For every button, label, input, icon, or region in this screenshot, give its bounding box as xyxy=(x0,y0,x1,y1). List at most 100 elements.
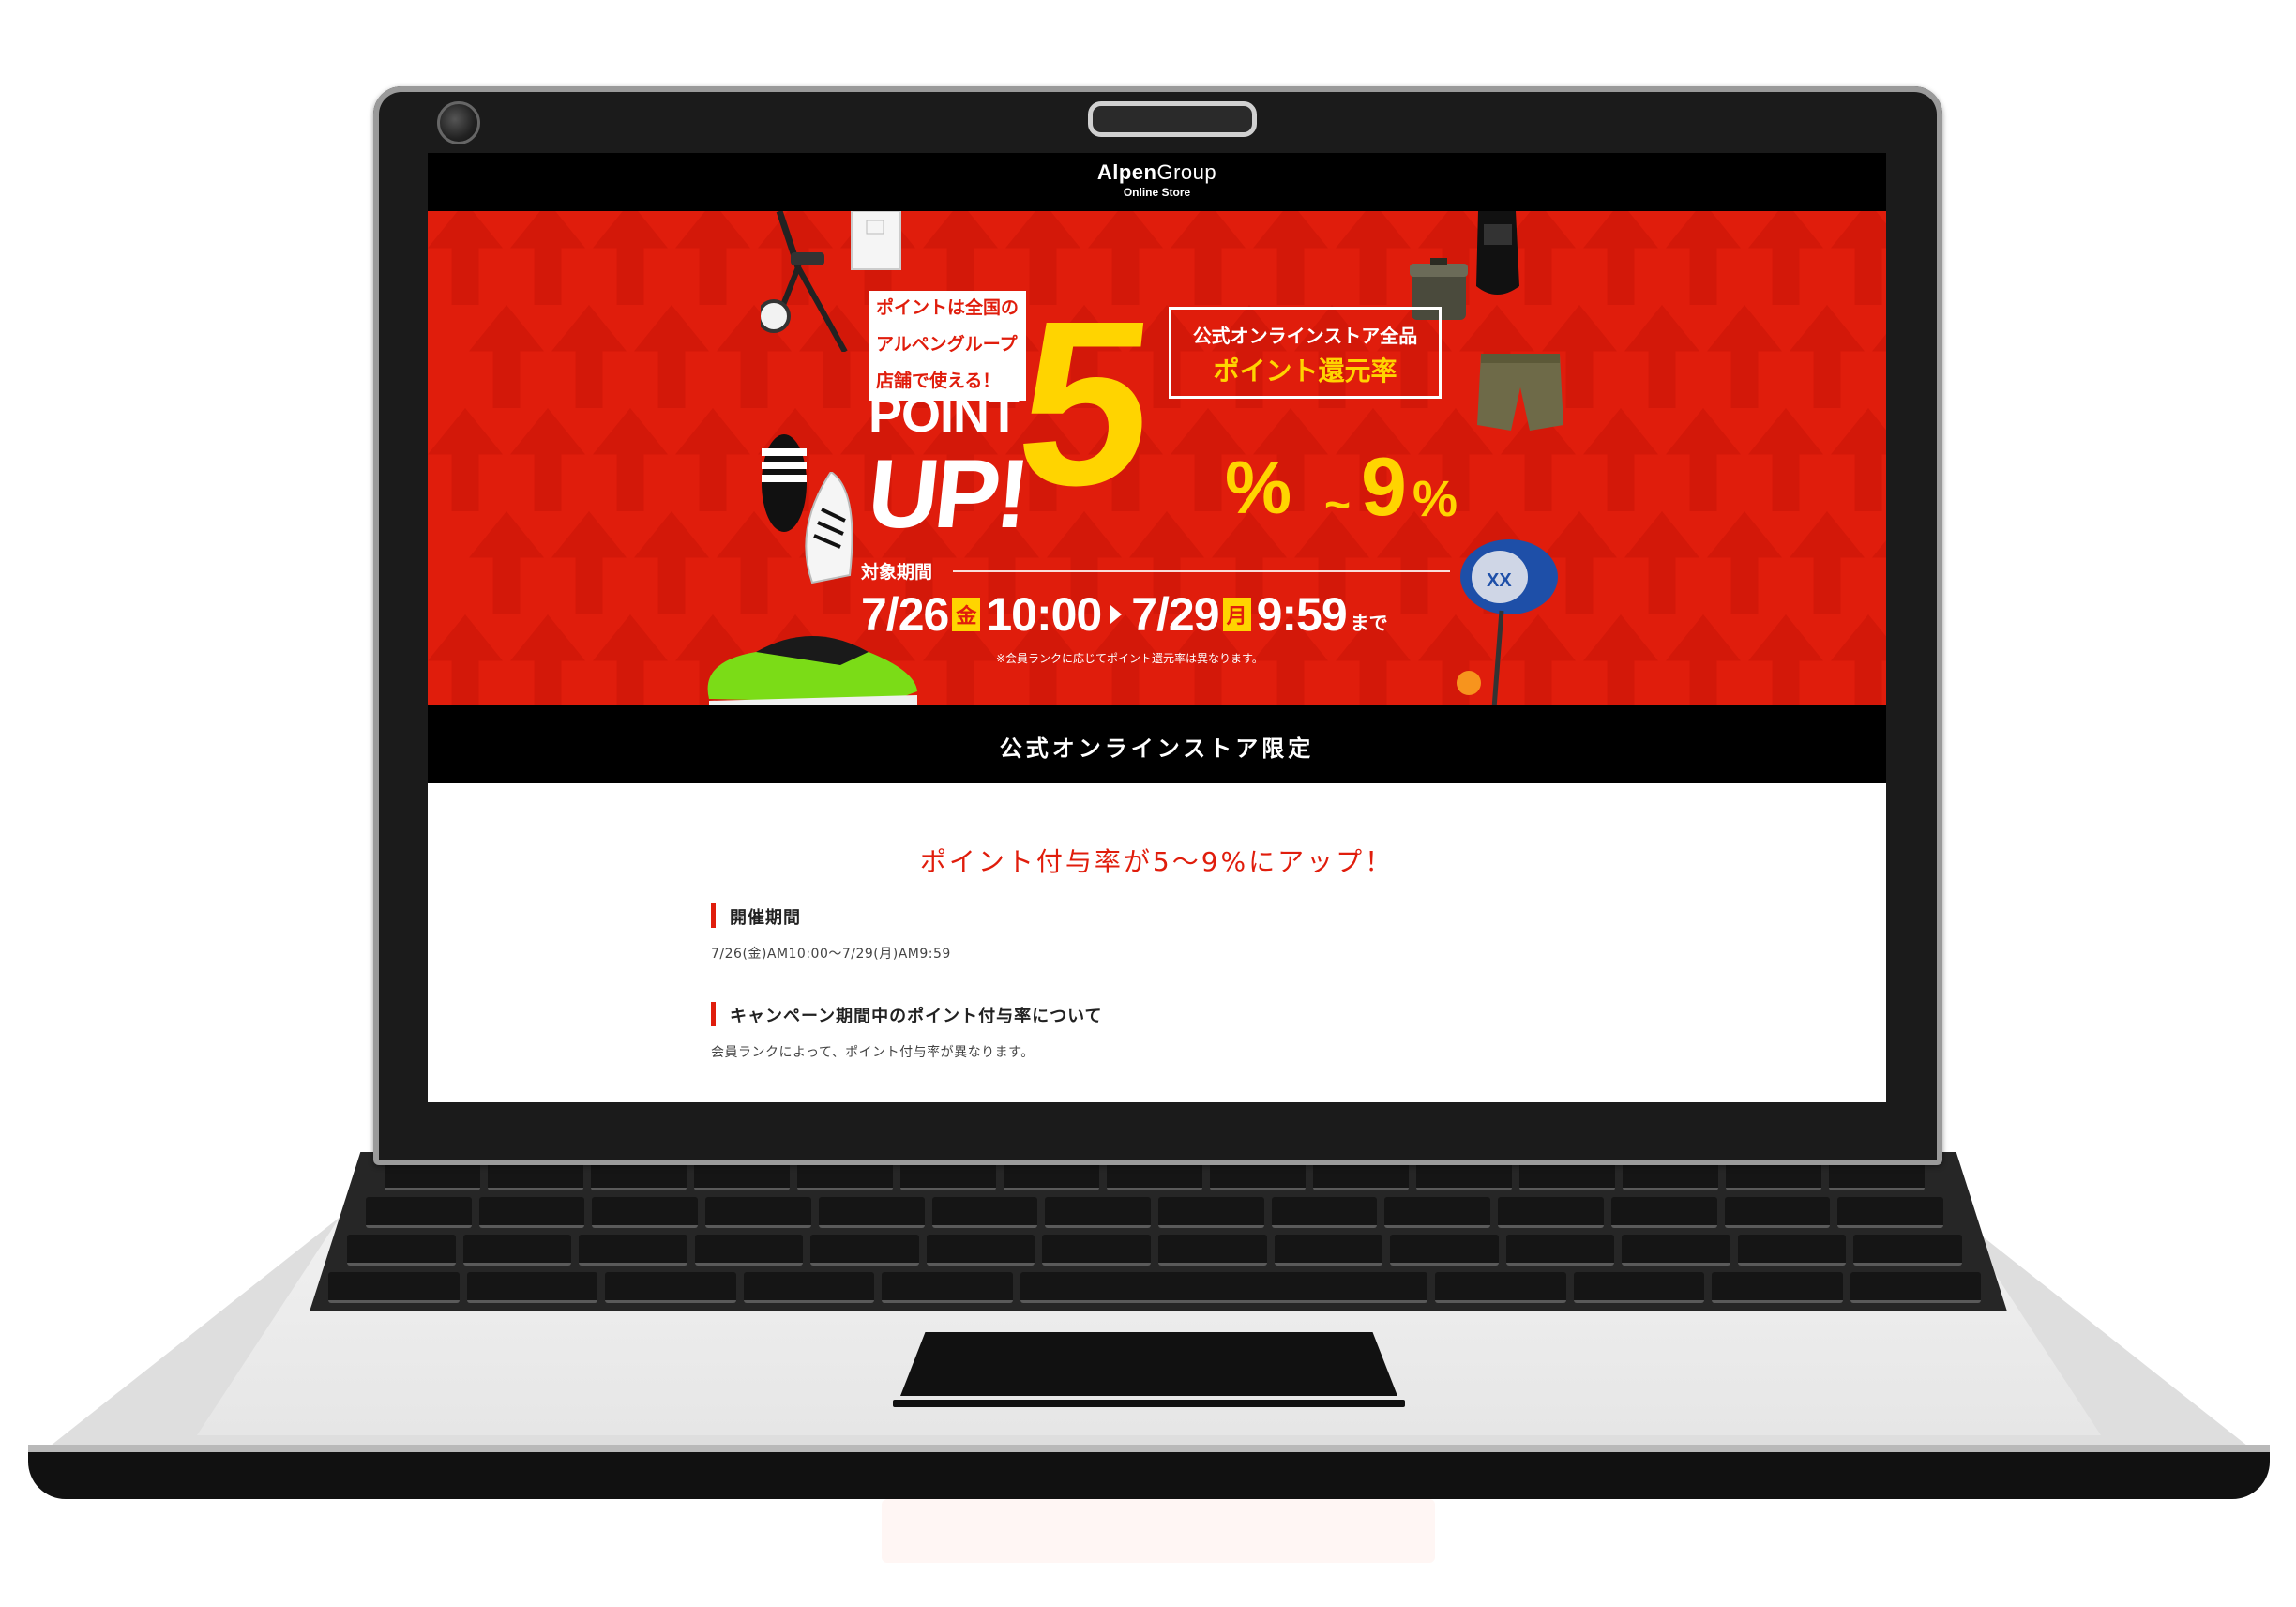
keyboard-key xyxy=(705,1197,811,1228)
keyboard-key xyxy=(1724,1197,1831,1228)
background-arrow xyxy=(510,211,585,305)
laptop-base-bottom xyxy=(28,1452,2270,1499)
keyboard-key xyxy=(466,1272,597,1303)
rate-max-digit: 9 xyxy=(1361,440,1407,533)
keyboard-key xyxy=(1020,1272,1427,1303)
laptop-keyboard xyxy=(310,1152,2007,1311)
rate-label-box: 公式オンラインストア全品 ポイント還元率 xyxy=(1169,307,1442,399)
keyboard-key xyxy=(1573,1272,1704,1303)
start-date: 7/26 xyxy=(861,588,949,641)
webcam-icon xyxy=(437,101,480,144)
keyboard-key xyxy=(605,1272,736,1303)
keyboard-key xyxy=(1274,1235,1383,1266)
background-arrow xyxy=(1583,408,1658,511)
keyboard-key xyxy=(1384,1197,1491,1228)
section-marker xyxy=(711,1002,716,1026)
keyboard-row xyxy=(310,1235,2007,1266)
section-title-period: 開催期間 xyxy=(730,908,801,928)
svg-text:XX: XX xyxy=(1487,570,1512,591)
keyboard-key xyxy=(1271,1197,1378,1228)
keyboard-key xyxy=(810,1235,919,1266)
rate-max-percent: % xyxy=(1412,471,1458,527)
section-title-rate: キャンペーン期間中のポイント付与率について xyxy=(730,1007,1103,1026)
keyboard-key xyxy=(1850,1272,1981,1303)
rate-min-percent: % xyxy=(1225,446,1292,529)
tshirt-icon xyxy=(851,211,901,270)
keyboard-key xyxy=(882,1272,1013,1303)
store-note-line: アルペングループ xyxy=(869,327,1025,358)
laptop-screen: AlpenGroup Online Store XX ポイントは全国の アルペン… xyxy=(428,153,1886,1102)
keyboard-key xyxy=(1158,1197,1264,1228)
background-arrow xyxy=(593,211,668,305)
rate-range-tilde: ~ xyxy=(1324,480,1352,530)
logo-subtitle: Online Store xyxy=(1123,186,1191,199)
keyboard-key xyxy=(1435,1272,1566,1303)
background-arrow xyxy=(1666,408,1741,511)
background-arrow xyxy=(428,211,503,305)
keyboard-key xyxy=(1158,1235,1267,1266)
background-arrow xyxy=(1831,408,1886,511)
background-arrow xyxy=(1790,305,1865,408)
site-header: AlpenGroup Online Store xyxy=(428,153,1886,211)
online-limited-bar: 公式オンラインストア限定 xyxy=(428,705,1886,783)
background-arrow xyxy=(428,408,503,511)
keyboard-key xyxy=(694,1235,804,1266)
background-arrow xyxy=(593,614,668,705)
point-up-banner[interactable]: XX ポイントは全国の アルペングループ 店舗で使える！ POINT UP! 5… xyxy=(428,211,1886,705)
period-label: 対象期間 xyxy=(861,562,933,583)
keyboard-key xyxy=(818,1197,925,1228)
reflection-button xyxy=(882,1499,1435,1563)
keyboard-key xyxy=(1045,1197,1151,1228)
arrow-right-icon xyxy=(1110,605,1123,624)
keyboard-key xyxy=(1712,1272,1843,1303)
section-body-period: 7/26(金)AM10:00～7/29(月)AM9:59 xyxy=(711,947,951,962)
background-arrow xyxy=(593,408,668,511)
keyboard-key xyxy=(743,1272,874,1303)
background-arrow xyxy=(1872,511,1886,614)
logo-text-bold: Alpen xyxy=(1096,160,1157,184)
background-arrow xyxy=(469,511,544,614)
laptop-trackpad xyxy=(900,1332,1397,1396)
background-arrow xyxy=(1831,211,1886,305)
keyboard-key xyxy=(931,1197,1038,1228)
keyboard-key xyxy=(328,1272,460,1303)
background-arrow xyxy=(1666,211,1741,305)
until-text: まで xyxy=(1350,612,1388,634)
background-arrow xyxy=(1707,511,1782,614)
keyboard-key xyxy=(579,1235,687,1266)
site-logo[interactable]: AlpenGroup xyxy=(428,160,1886,185)
golf-ball-icon xyxy=(1457,671,1481,695)
background-arrow xyxy=(1666,614,1741,705)
period-divider xyxy=(953,570,1450,572)
background-arrow xyxy=(1831,614,1886,705)
keyboard-key xyxy=(1390,1235,1499,1266)
background-arrow xyxy=(1336,211,1411,305)
campaign-period: 7/26 金 10:00 7/29 月 9:59 まで xyxy=(861,586,1388,643)
section-marker xyxy=(711,903,716,928)
rate-label-line2: ポイント還元率 xyxy=(1213,356,1397,387)
start-day-badge: 金 xyxy=(952,598,981,631)
campaign-headline: ポイント付与率が5～9%にアップ！ xyxy=(919,846,1395,877)
background-arrow xyxy=(551,305,627,408)
end-time: 9:59 xyxy=(1256,588,1348,641)
speaker-grille xyxy=(1088,101,1257,137)
background-arrow xyxy=(1253,211,1328,305)
background-arrow xyxy=(634,511,709,614)
keyboard-key xyxy=(926,1235,1035,1266)
background-arrow xyxy=(551,511,627,614)
point-text: POINT xyxy=(869,387,1020,443)
keyboard-key xyxy=(462,1235,572,1266)
background-arrow xyxy=(1872,305,1886,408)
background-arrow xyxy=(1624,511,1699,614)
keyboard-key xyxy=(1622,1235,1730,1266)
sandal-icon xyxy=(1476,211,1519,295)
rate-min-digit: 5 xyxy=(1006,272,1165,534)
background-arrow xyxy=(675,408,750,511)
start-time: 10:00 xyxy=(986,588,1102,641)
background-arrow xyxy=(1707,305,1782,408)
background-arrow xyxy=(510,408,585,511)
up-text: UP! xyxy=(862,440,1032,549)
keyboard-key xyxy=(347,1235,456,1266)
keyboard-row xyxy=(310,1197,2007,1229)
keyboard-key xyxy=(1498,1197,1604,1228)
